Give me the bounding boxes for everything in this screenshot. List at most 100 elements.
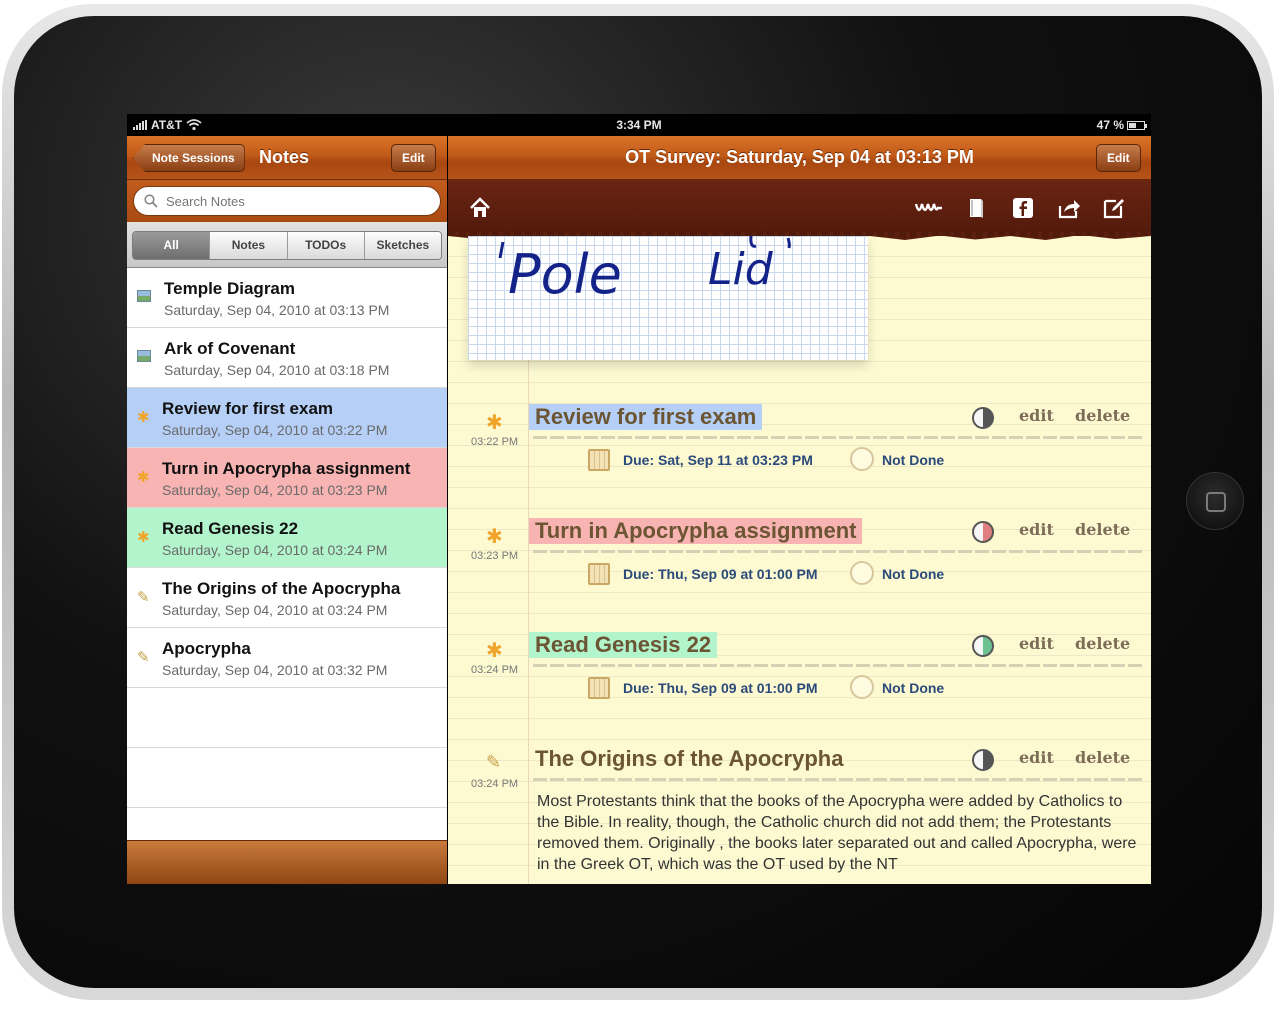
note-date: Saturday, Sep 04, 2010 at 03:23 PM — [162, 482, 388, 498]
color-toggle-icon[interactable] — [972, 749, 994, 771]
detail-toolbar — [448, 180, 1151, 236]
divider — [533, 778, 1143, 781]
note-session-detail: OT Survey: Saturday, Sep 04 at 03:13 PM … — [448, 136, 1151, 884]
sidebar-edit-button[interactable]: Edit — [391, 144, 436, 172]
divider — [533, 550, 1143, 553]
todo-star-icon: ✱ — [486, 412, 503, 434]
entry-time: 03:22 PM — [471, 436, 519, 448]
segment-notes[interactable]: Notes — [210, 232, 288, 259]
calendar-icon — [588, 563, 610, 585]
entry-time: 03:24 PM — [471, 664, 519, 676]
done-checkbox[interactable] — [850, 561, 874, 585]
facebook-icon[interactable] — [1011, 196, 1035, 220]
note-row-origins-of-apocrypha[interactable]: ✎ The Origins of the Apocrypha Saturday,… — [127, 568, 447, 628]
due-date[interactable]: Due: Thu, Sep 09 at 01:00 PM — [623, 566, 818, 582]
home-hardware-button[interactable] — [1186, 472, 1244, 530]
note-title: Apocrypha — [162, 639, 251, 658]
entry-turn-in-apocrypha: ✱ 03:23 PM Turn in Apocrypha assignment … — [448, 516, 1151, 626]
share-icon[interactable] — [1057, 196, 1081, 220]
note-date: Saturday, Sep 04, 2010 at 03:18 PM — [164, 362, 390, 378]
entry-origins-of-apocrypha: ✎ 03:24 PM The Origins of the Apocrypha … — [448, 744, 1151, 884]
search-field[interactable] — [133, 186, 441, 216]
todo-status[interactable]: Not Done — [882, 452, 944, 468]
detail-navbar: OT Survey: Saturday, Sep 04 at 03:13 PM … — [448, 136, 1151, 180]
todo-star-icon: ✱ — [486, 640, 503, 662]
book-icon[interactable] — [964, 196, 988, 220]
note-row-apocrypha[interactable]: ✎ Apocrypha Saturday, Sep 04, 2010 at 03… — [127, 628, 447, 688]
delete-link[interactable]: delete — [1075, 748, 1130, 767]
sketch-icon — [137, 290, 153, 306]
battery-percent: 47 % — [1096, 118, 1124, 132]
note-sessions-back-button[interactable]: Note Sessions — [133, 144, 245, 172]
note-title: Ark of Covenant — [164, 339, 296, 358]
sketch-icon — [137, 350, 153, 366]
search-bar — [127, 180, 447, 222]
notes-sidebar: Note Sessions Notes Edit All Notes TODOs… — [127, 136, 447, 884]
home-icon[interactable] — [468, 196, 492, 220]
note-title: Turn in Apocrypha assignment — [162, 459, 411, 478]
entry-review-for-first-exam: ✱ 03:22 PM Review for first exam edit de… — [448, 402, 1151, 512]
squiggle-icon[interactable] — [914, 196, 944, 220]
done-checkbox[interactable] — [850, 447, 874, 471]
search-icon — [144, 194, 158, 208]
divider — [533, 436, 1143, 439]
entry-title: The Origins of the Apocrypha — [535, 746, 844, 771]
sidebar-title: Notes — [259, 147, 310, 167]
entry-title: Read Genesis 22 — [529, 632, 718, 658]
todo-star-icon: ✱ — [137, 529, 150, 546]
note-date: Saturday, Sep 04, 2010 at 03:24 PM — [162, 602, 388, 618]
edit-link[interactable]: edit — [1019, 406, 1054, 425]
edit-link[interactable]: edit — [1019, 520, 1054, 539]
delete-link[interactable]: delete — [1075, 520, 1130, 539]
due-date[interactable]: Due: Sat, Sep 11 at 03:23 PM — [623, 452, 813, 468]
edit-link[interactable]: edit — [1019, 634, 1054, 653]
todo-star-icon: ✱ — [137, 409, 150, 426]
session-title: OT Survey: Saturday, Sep 04 at 03:13 PM — [625, 147, 974, 167]
empty-row — [127, 748, 447, 808]
note-body: Most Protestants think that the books of… — [537, 793, 1137, 873]
pencil-icon: ✎ — [137, 589, 150, 606]
entry-time: 03:23 PM — [471, 550, 519, 562]
clock: 3:34 PM — [616, 118, 662, 132]
pencil-icon: ✎ — [486, 752, 502, 772]
delete-link[interactable]: delete — [1075, 634, 1130, 653]
divider — [533, 664, 1143, 667]
note-row-review-for-first-exam[interactable]: ✱ Review for first exam Saturday, Sep 04… — [127, 388, 447, 448]
segment-sketches[interactable]: Sketches — [364, 232, 441, 259]
pencil-icon: ✎ — [137, 649, 150, 666]
sketch-preview[interactable]: Pole Lid — [468, 235, 868, 360]
compose-icon[interactable] — [1102, 196, 1126, 220]
due-date[interactable]: Due: Thu, Sep 09 at 01:00 PM — [623, 680, 818, 696]
search-input[interactable] — [166, 193, 416, 209]
filter-bar: All Notes TODOs Sketches — [127, 222, 447, 268]
todo-status[interactable]: Not Done — [882, 566, 944, 582]
delete-link[interactable]: delete — [1075, 406, 1130, 425]
detail-edit-button[interactable]: Edit — [1096, 144, 1141, 172]
note-date: Saturday, Sep 04, 2010 at 03:32 PM — [162, 662, 388, 678]
status-bar: AT&T 3:34 PM 47 % — [127, 114, 1151, 136]
sketch-label-lid: Lid — [708, 244, 773, 295]
entry-title: Turn in Apocrypha assignment — [529, 518, 863, 544]
sketch-label-pole: Pole — [508, 243, 622, 306]
entry-title: Review for first exam — [529, 404, 763, 430]
note-title: Review for first exam — [162, 399, 334, 418]
note-row-read-genesis-22[interactable]: ✱ Read Genesis 22 Saturday, Sep 04, 2010… — [127, 508, 447, 568]
note-title: Read Genesis 22 — [162, 519, 299, 538]
calendar-icon — [588, 449, 610, 471]
edit-link[interactable]: edit — [1019, 748, 1054, 767]
note-row-temple-diagram[interactable]: Temple Diagram Saturday, Sep 04, 2010 at… — [127, 268, 447, 328]
color-toggle-icon[interactable] — [972, 521, 994, 543]
todo-status[interactable]: Not Done — [882, 680, 944, 696]
note-title: The Origins of the Apocrypha — [162, 579, 401, 598]
note-row-turn-in-apocrypha[interactable]: ✱ Turn in Apocrypha assignment Saturday,… — [127, 448, 447, 508]
screen: AT&T 3:34 PM 47 % Note Sessions Notes Ed… — [127, 114, 1151, 884]
note-row-ark-of-covenant[interactable]: Ark of Covenant Saturday, Sep 04, 2010 a… — [127, 328, 447, 388]
color-toggle-icon[interactable] — [972, 635, 994, 657]
segment-all[interactable]: All — [133, 232, 211, 259]
home-square-icon — [1206, 492, 1226, 512]
sidebar-bottom-bar — [127, 840, 447, 884]
done-checkbox[interactable] — [850, 675, 874, 699]
sidebar-navbar: Note Sessions Notes Edit — [127, 136, 447, 180]
segment-todos[interactable]: TODOs — [287, 232, 365, 259]
color-toggle-icon[interactable] — [972, 407, 994, 429]
